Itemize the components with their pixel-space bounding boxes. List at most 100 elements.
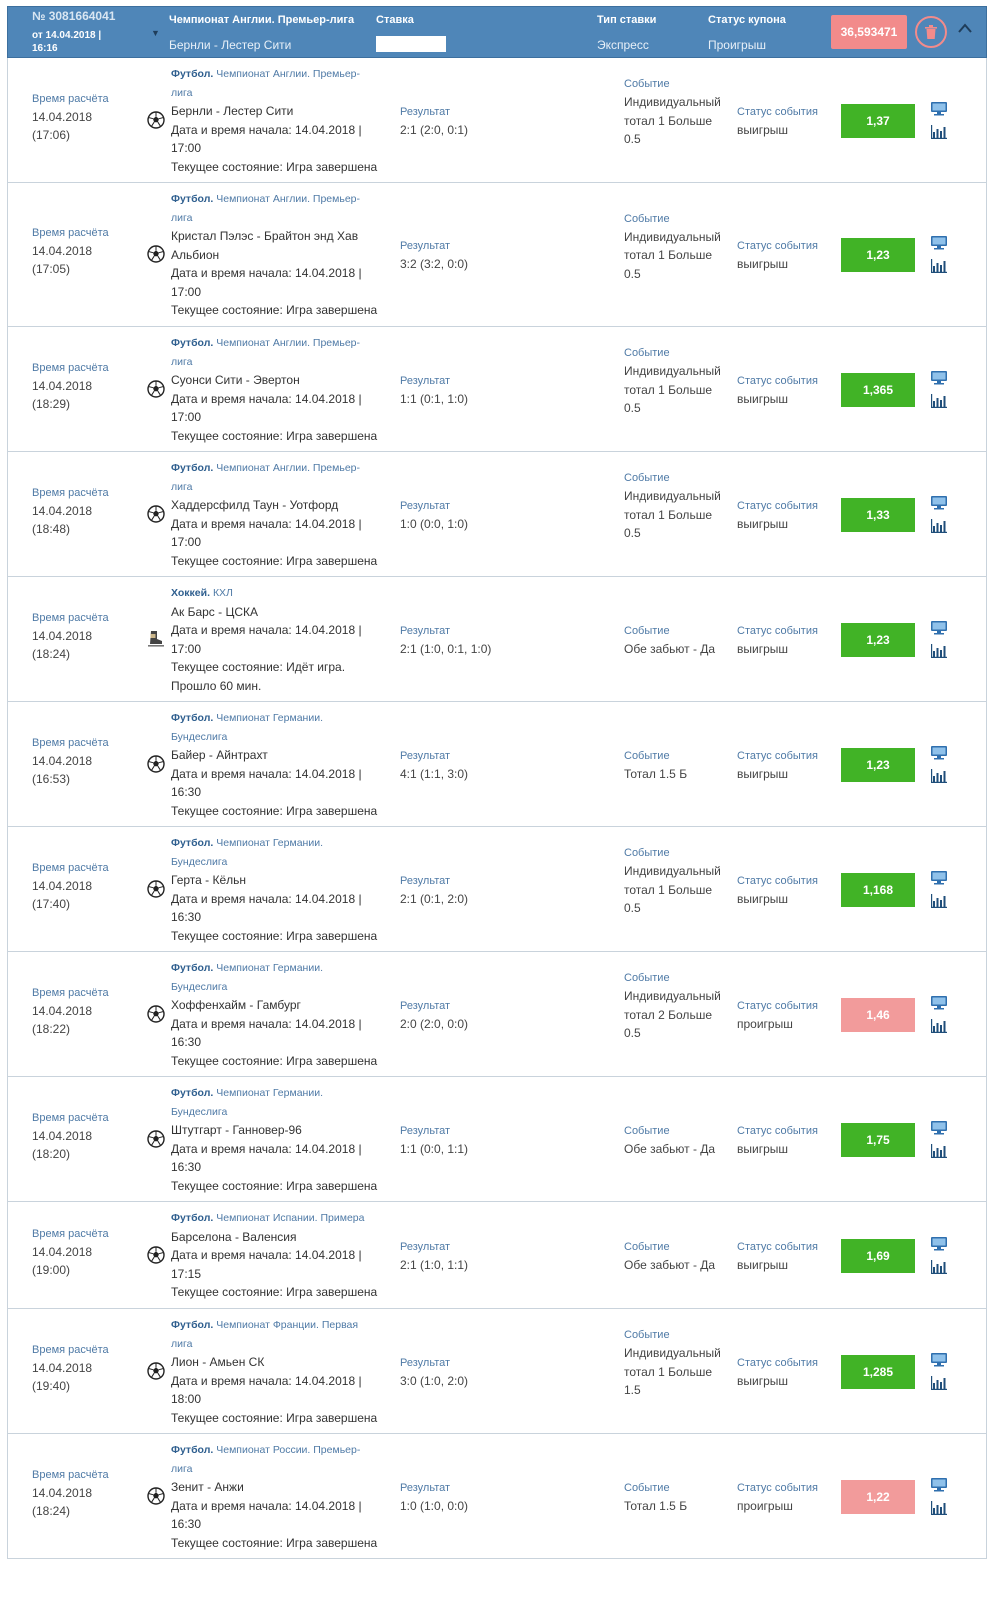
stats-icon[interactable] xyxy=(931,124,947,144)
odds-badge[interactable]: 1,23 xyxy=(841,622,915,657)
calc-time-label: Время расчёта xyxy=(32,227,109,239)
coupon-status-value: Проигрыш xyxy=(708,38,766,52)
event-value: тотал 1 Больше xyxy=(624,882,712,897)
match-name[interactable]: Лион - Амьен СК xyxy=(171,1353,393,1372)
event-value: Тотал 1.5 Б xyxy=(624,1498,688,1513)
calc-date: 14.04.2018 xyxy=(32,1003,93,1018)
calc-date: 14.04.2018 xyxy=(32,628,93,643)
trash-icon xyxy=(925,25,937,39)
match-name[interactable]: Хоффенхайм - Гамбург xyxy=(171,996,393,1015)
tv-icon[interactable] xyxy=(930,870,948,890)
tv-icon[interactable] xyxy=(930,1120,948,1140)
match-name[interactable]: Барселона - Валенсия xyxy=(171,1228,393,1247)
stats-icon[interactable] xyxy=(931,893,947,913)
result-value: 1:0 (0:0, 1:0) xyxy=(400,516,469,531)
chevron-up-icon[interactable] xyxy=(958,23,972,33)
league-line: Футбол. Чемпионат Англии. Премьер- xyxy=(171,334,393,353)
match-name[interactable]: Альбион xyxy=(171,246,393,265)
stats-icon[interactable] xyxy=(931,1259,947,1279)
event-status-label: Статус события xyxy=(737,1356,818,1369)
coupon-league: Чемпионат Англии. Премьер-лига xyxy=(169,14,355,26)
result-label: Результат xyxy=(400,1124,451,1137)
start-time: 17:00 xyxy=(171,410,202,424)
match-name[interactable]: Зенит - Анжи xyxy=(171,1478,393,1497)
event-value: Индивидуальный xyxy=(624,229,721,244)
result-value: 2:1 (0:1, 2:0) xyxy=(400,891,469,906)
odds-badge[interactable]: 1,37 xyxy=(841,103,915,138)
odds-badge[interactable]: 1,33 xyxy=(841,497,915,532)
tv-icon[interactable] xyxy=(930,745,948,765)
tv-icon[interactable] xyxy=(930,620,948,640)
event-block: Событие Обе забьют - Да xyxy=(624,1238,732,1275)
match-name[interactable]: Суонси Сити - Эвертон xyxy=(171,371,393,390)
odds-badge[interactable]: 1,22 xyxy=(841,1479,915,1514)
result-block: Результат 2:1 (2:0, 0:1) xyxy=(400,103,468,140)
bet-row: Время расчёта 14.04.2018 (18:24) Футбол.… xyxy=(7,1434,987,1559)
stats-icon[interactable] xyxy=(931,1018,947,1038)
match-name[interactable]: Герта - Кёльн xyxy=(171,871,393,890)
result-value: 1:1 (0:0, 1:1) xyxy=(400,1141,469,1156)
league-name: Чемпионат Англии. Премьер- xyxy=(216,462,360,474)
result-block: Результат 2:1 (0:1, 2:0) xyxy=(400,872,468,909)
start-time-label: Дата и время начала: 14.04.2018 | xyxy=(171,1498,362,1513)
stats-icon[interactable] xyxy=(931,1375,947,1395)
tv-icon[interactable] xyxy=(930,1352,948,1372)
league-line: Футбол. Чемпионат Англии. Премьер- xyxy=(171,459,393,478)
event-status-label: Статус события xyxy=(737,105,818,118)
match-name[interactable]: Бернли - Лестер Сити xyxy=(171,102,393,121)
tv-icon[interactable] xyxy=(930,235,948,255)
chevron-down-icon[interactable]: ▼ xyxy=(151,28,160,38)
coupon-time: 16:16 xyxy=(32,43,58,54)
sport-name: Футбол. xyxy=(171,1212,214,1225)
start-time: 16:30 xyxy=(171,785,202,799)
calc-time-block: Время расчёта 14.04.2018 (19:40) xyxy=(32,1344,109,1395)
stats-icon[interactable] xyxy=(931,768,947,788)
soccer-ball-icon xyxy=(147,1486,165,1510)
event-status-block: Статус события выигрыш xyxy=(737,622,818,659)
stats-icon[interactable] xyxy=(931,1143,947,1163)
odds-badge[interactable]: 1,75 xyxy=(841,1122,915,1157)
calc-time: (17:05) xyxy=(32,262,71,276)
odds-badge[interactable]: 1,69 xyxy=(841,1238,915,1273)
coupon-type-block: Тип ставки Экспресс xyxy=(597,14,656,52)
current-state: Текущее состояние: Игра завершена xyxy=(171,1053,378,1068)
calc-time-block: Время расчёта 14.04.2018 (18:48) xyxy=(32,487,109,538)
odds-badge[interactable]: 1,168 xyxy=(841,872,915,907)
stats-icon[interactable] xyxy=(931,1500,947,1520)
tv-icon[interactable] xyxy=(930,495,948,515)
odds-badge[interactable]: 1,23 xyxy=(841,238,915,272)
odds-badge[interactable]: 1,46 xyxy=(841,997,915,1032)
odds-badge[interactable]: 1,365 xyxy=(841,372,915,407)
current-state: Текущее состояние: Игра завершена xyxy=(171,159,378,174)
event-value: тотал 1 Больше xyxy=(624,248,712,262)
event-block: Событие Индивидуальный тотал 1 Больше 0.5 xyxy=(624,469,732,543)
stats-icon[interactable] xyxy=(931,259,947,278)
delete-button[interactable] xyxy=(915,16,947,48)
result-value: 2:1 (1:0, 1:1) xyxy=(400,1257,469,1272)
start-time: 17:15 xyxy=(171,1266,202,1281)
soccer-ball-icon xyxy=(147,1245,165,1269)
odds-badge[interactable]: 1,23 xyxy=(841,747,915,782)
event-label: Событие xyxy=(624,472,670,484)
event-label: Событие xyxy=(624,78,670,90)
match-name[interactable]: Штутгарт - Ганновер-96 xyxy=(171,1121,393,1140)
stats-icon[interactable] xyxy=(931,643,947,663)
tv-icon[interactable] xyxy=(930,995,948,1015)
bet-row: Время расчёта 14.04.2018 (18:24) Хоккей.… xyxy=(7,577,987,702)
event-info: Футбол. Чемпионат Испании. Примера Барсе… xyxy=(171,1209,393,1302)
tv-icon[interactable] xyxy=(930,370,948,390)
match-name[interactable]: Байер - Айнтрахт xyxy=(171,746,393,765)
stats-icon[interactable] xyxy=(931,393,947,413)
calc-time-block: Время расчёта 14.04.2018 (18:20) xyxy=(32,1112,109,1163)
tv-icon[interactable] xyxy=(930,1236,948,1256)
match-name[interactable]: Ак Барс - ЦСКА xyxy=(171,603,393,622)
match-name[interactable]: Кристал Пэлэс - Брайтон энд Хав xyxy=(171,227,393,246)
tv-icon[interactable] xyxy=(930,1477,948,1497)
coupon-header[interactable]: № 3081664041 от 14.04.2018 | 16:16 ▼ Чем… xyxy=(7,6,987,58)
tv-icon[interactable] xyxy=(930,101,948,121)
match-name[interactable]: Хаддерсфилд Таун - Уотфорд xyxy=(171,496,393,515)
odds-badge[interactable]: 1,285 xyxy=(841,1354,915,1389)
league-name-cont: Бундеслига xyxy=(171,730,228,743)
stats-icon[interactable] xyxy=(931,518,947,538)
event-label: Событие xyxy=(624,624,670,637)
